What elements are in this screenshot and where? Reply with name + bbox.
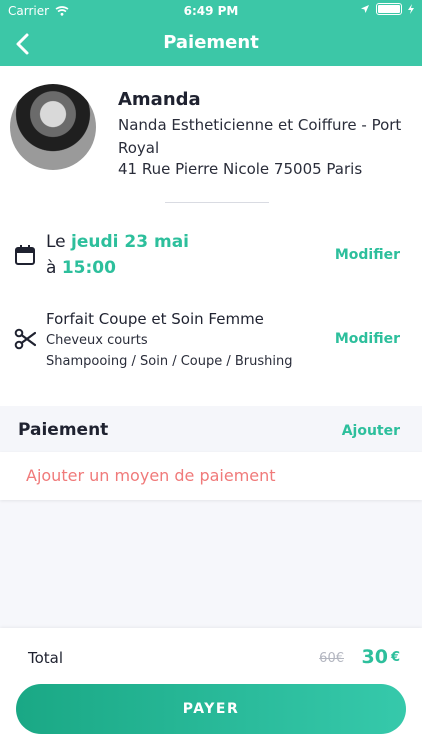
- price: 30: [361, 646, 388, 668]
- appointment-date: Le jeudi 23 mai: [46, 232, 189, 252]
- time-prefix: à: [46, 258, 57, 278]
- appointment-time: à 15:00: [46, 258, 116, 278]
- provider-salon: Nanda Estheticienne et Coiffure - Port R…: [118, 116, 402, 157]
- date-prefix: Le: [46, 232, 66, 252]
- modify-date-button[interactable]: Modifier: [335, 247, 400, 263]
- scissors-icon: [14, 328, 36, 350]
- old-price: 60€: [319, 651, 344, 666]
- calendar-icon: [15, 245, 35, 265]
- battery-icon: [376, 3, 402, 15]
- price-currency: €: [390, 650, 400, 665]
- service-steps: Shampooing / Soin / Coupe / Brushing: [46, 354, 293, 369]
- page-title: Paiement: [163, 32, 259, 53]
- status-time: 6:49 PM: [183, 4, 239, 18]
- pay-button[interactable]: PAYER: [16, 684, 406, 734]
- add-payment-button[interactable]: Ajouter: [342, 423, 400, 439]
- provider-avatar: [10, 84, 96, 170]
- payment-title: Paiement: [18, 420, 109, 440]
- service-title: Forfait Coupe et Soin Femme: [46, 310, 264, 328]
- date-value: jeudi 23 mai: [71, 232, 190, 252]
- divider: [165, 202, 269, 203]
- service-subtitle: Cheveux courts: [46, 333, 148, 348]
- modify-service-button[interactable]: Modifier: [335, 331, 400, 347]
- time-value: 15:00: [61, 258, 116, 278]
- add-payment-method-link[interactable]: Ajouter un moyen de paiement: [26, 466, 276, 485]
- charging-icon: [408, 4, 414, 14]
- header: Carrier 6:49 PM Paiement: [0, 0, 422, 66]
- provider-address: 41 Rue Pierre Nicole 75005 Paris: [118, 160, 363, 178]
- total-label: Total: [28, 649, 64, 667]
- provider-name: Amanda: [118, 89, 201, 110]
- status-bar: Carrier 6:49 PM: [0, 0, 422, 22]
- location-arrow-icon: [361, 5, 369, 13]
- status-right: [360, 3, 414, 15]
